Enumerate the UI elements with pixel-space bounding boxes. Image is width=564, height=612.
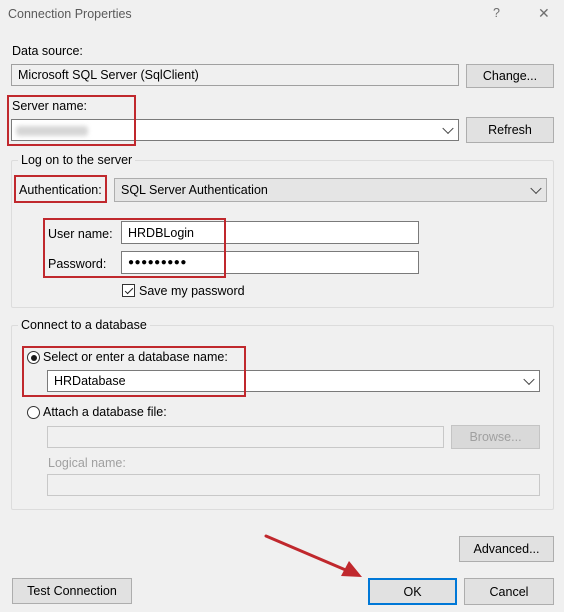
arrow-annotation-icon: [264, 534, 362, 577]
